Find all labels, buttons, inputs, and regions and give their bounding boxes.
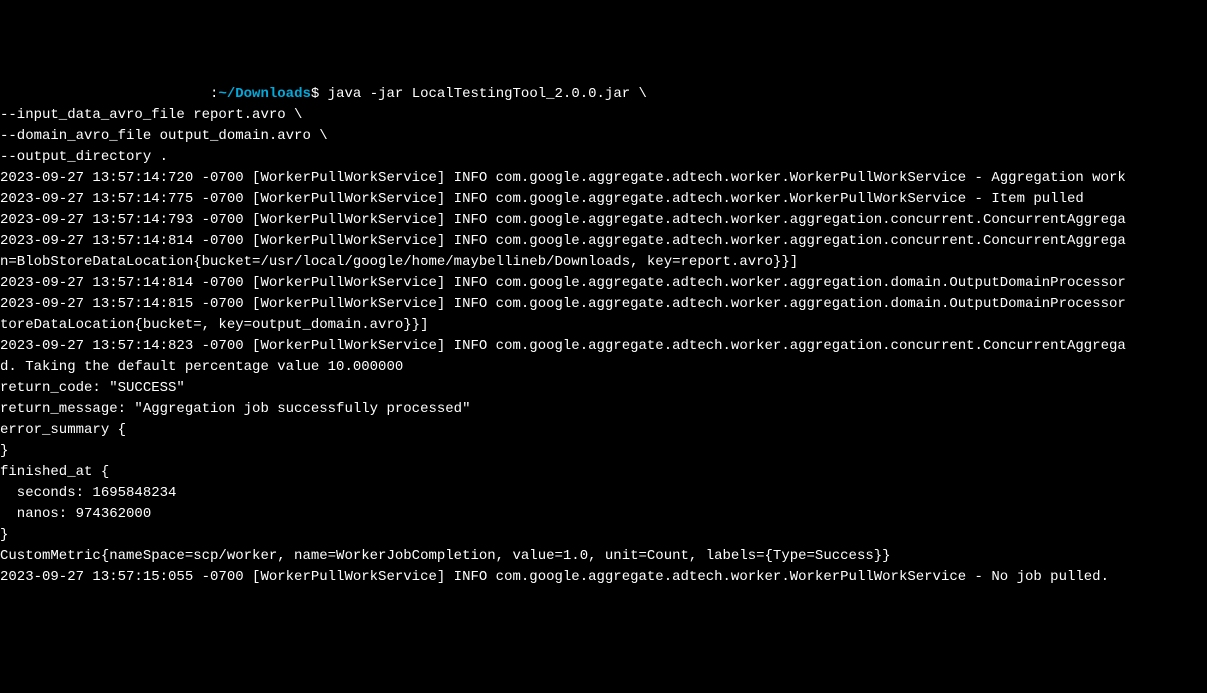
log-line: 2023-09-27 13:57:14:775 -0700 [WorkerPul… bbox=[0, 189, 1207, 210]
log-line: 2023-09-27 13:57:15:055 -0700 [WorkerPul… bbox=[0, 567, 1207, 588]
log-line: 2023-09-27 13:57:14:823 -0700 [WorkerPul… bbox=[0, 336, 1207, 357]
log-line: finished_at { bbox=[0, 462, 1207, 483]
terminal-window[interactable]: :~/Downloads$ java -jar LocalTestingTool… bbox=[0, 84, 1207, 588]
command-continuation: --output_directory . bbox=[0, 147, 1207, 168]
log-line: 2023-09-27 13:57:14:720 -0700 [WorkerPul… bbox=[0, 168, 1207, 189]
log-line: error_summary { bbox=[0, 420, 1207, 441]
log-line: CustomMetric{nameSpace=scp/worker, name=… bbox=[0, 546, 1207, 567]
hostname-hidden bbox=[0, 86, 210, 102]
log-line: } bbox=[0, 525, 1207, 546]
log-line: seconds: 1695848234 bbox=[0, 483, 1207, 504]
log-line: 2023-09-27 13:57:14:814 -0700 [WorkerPul… bbox=[0, 231, 1207, 252]
log-line: } bbox=[0, 441, 1207, 462]
log-line: nanos: 974362000 bbox=[0, 504, 1207, 525]
log-line: toreDataLocation{bucket=, key=output_dom… bbox=[0, 315, 1207, 336]
prompt-line: :~/Downloads$ java -jar LocalTestingTool… bbox=[0, 84, 1207, 105]
command-text: java -jar LocalTestingTool_2.0.0.jar \ bbox=[319, 86, 647, 102]
cwd-path: ~/Downloads bbox=[218, 86, 310, 102]
log-line: 2023-09-27 13:57:14:793 -0700 [WorkerPul… bbox=[0, 210, 1207, 231]
log-line: d. Taking the default percentage value 1… bbox=[0, 357, 1207, 378]
command-continuation: --domain_avro_file output_domain.avro \ bbox=[0, 126, 1207, 147]
log-line: n=BlobStoreDataLocation{bucket=/usr/loca… bbox=[0, 252, 1207, 273]
log-line: return_message: "Aggregation job success… bbox=[0, 399, 1207, 420]
log-line: return_code: "SUCCESS" bbox=[0, 378, 1207, 399]
command-continuation: --input_data_avro_file report.avro \ bbox=[0, 105, 1207, 126]
log-line: 2023-09-27 13:57:14:815 -0700 [WorkerPul… bbox=[0, 294, 1207, 315]
log-line: 2023-09-27 13:57:14:814 -0700 [WorkerPul… bbox=[0, 273, 1207, 294]
